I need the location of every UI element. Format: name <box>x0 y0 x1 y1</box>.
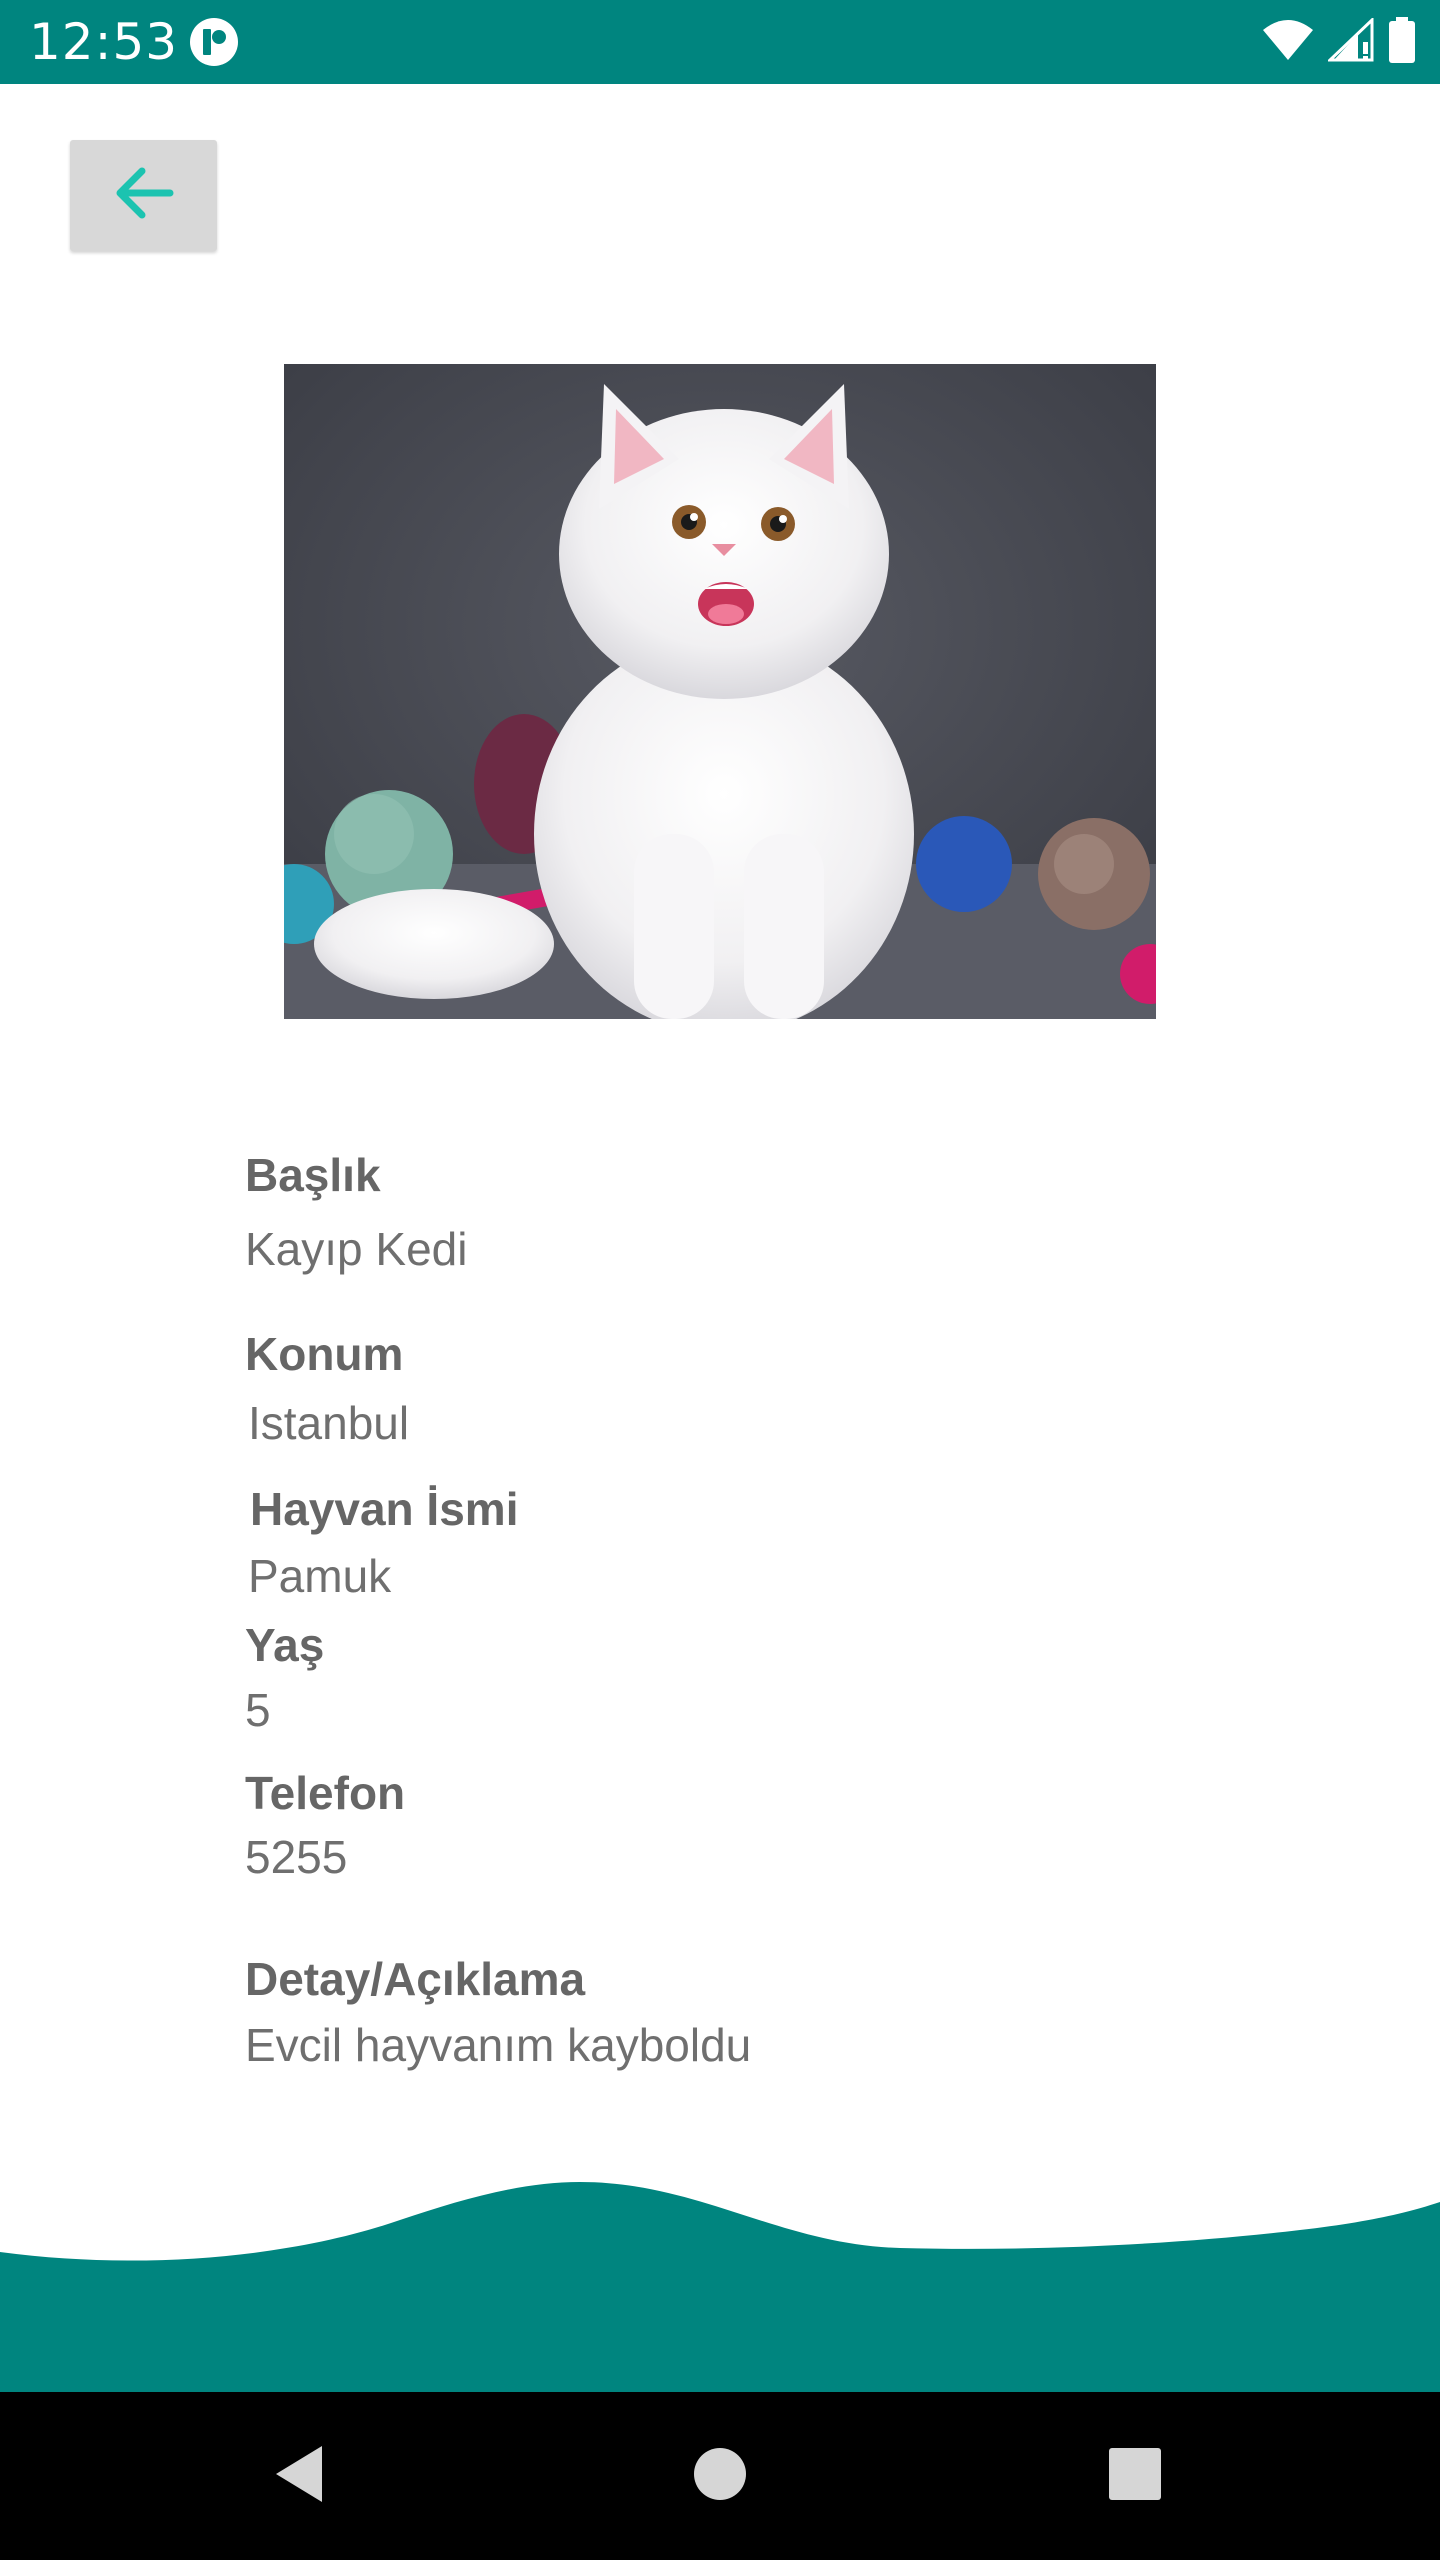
arrow-left-icon <box>112 165 176 226</box>
nav-back-button[interactable] <box>260 2436 340 2516</box>
app-notification-icon <box>189 17 239 67</box>
age-value: 5 <box>245 1684 271 1736</box>
recents-square-icon <box>1107 2446 1163 2507</box>
pet-name-label: Hayvan İsmi <box>250 1483 519 1535</box>
nav-home-button[interactable] <box>680 2436 760 2516</box>
title-value: Kayıp Kedi <box>245 1223 468 1275</box>
phone-label: Telefon <box>245 1767 406 1819</box>
age-label: Yaş <box>245 1619 325 1671</box>
status-bar: 12:53 <box>0 0 1440 84</box>
footer-wave <box>0 2182 1440 2392</box>
location-value: Istanbul <box>248 1397 410 1449</box>
nav-recents-button[interactable] <box>1095 2436 1175 2516</box>
description-label: Detay/Açıklama <box>245 1953 586 2005</box>
back-button[interactable] <box>70 140 217 251</box>
pet-name-value: Pamuk <box>248 1550 392 1602</box>
pet-detail-screen: 12:53 Başlık Kayıp Kedi Konum Istanbul H… <box>0 0 1440 2560</box>
status-time: 12:53 <box>29 13 179 71</box>
navigation-bar <box>0 2392 1440 2560</box>
home-circle-icon <box>692 2446 748 2507</box>
description-value: Evcil hayvanım kayboldu <box>245 2019 752 2071</box>
wifi-icon <box>1262 18 1314 67</box>
title-label: Başlık <box>245 1149 381 1201</box>
battery-icon <box>1388 16 1416 68</box>
status-icons <box>1262 16 1416 68</box>
cellular-signal-icon <box>1326 16 1374 67</box>
back-triangle-icon <box>270 2442 330 2511</box>
location-label: Konum <box>245 1328 404 1380</box>
phone-value: 5255 <box>245 1831 348 1883</box>
pet-photo <box>284 364 1156 1019</box>
